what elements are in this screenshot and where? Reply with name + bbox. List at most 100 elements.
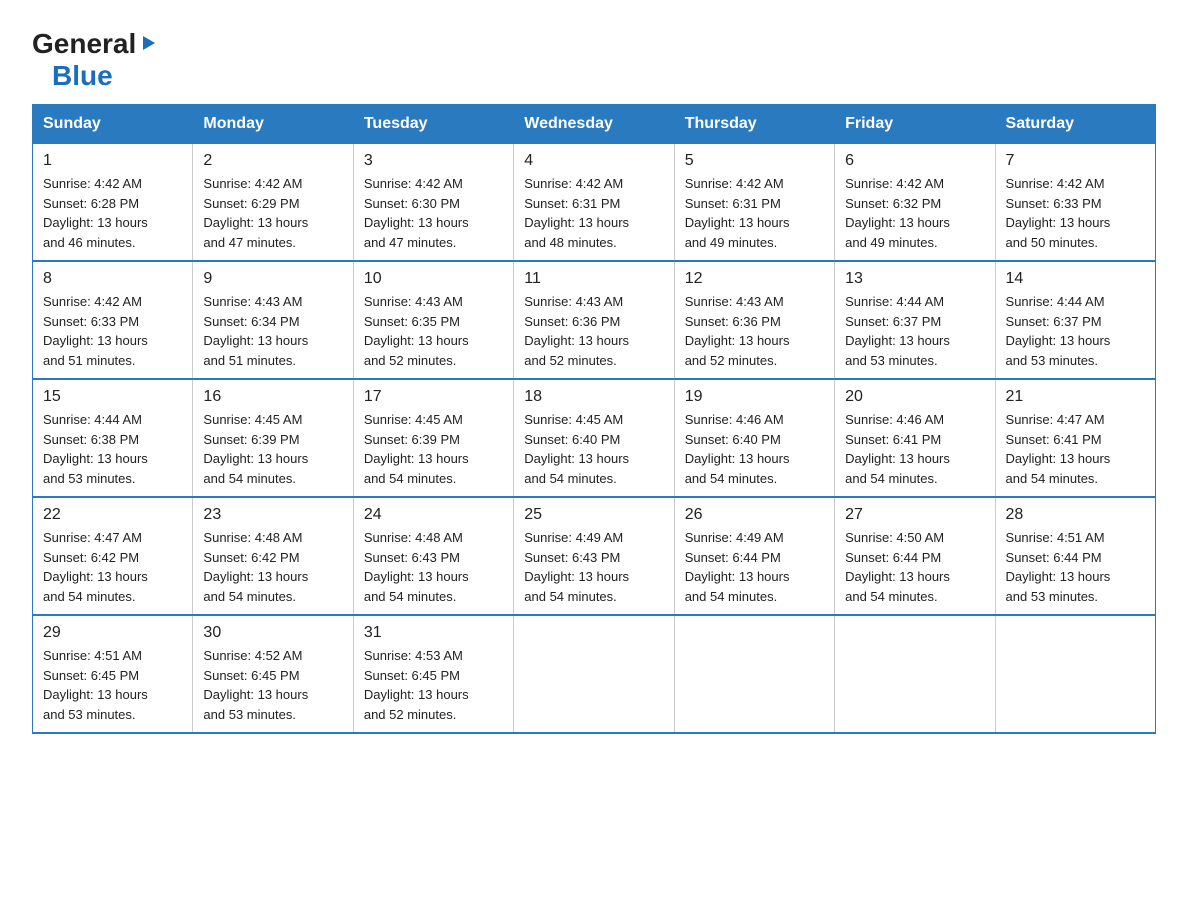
calendar-cell [514,615,674,733]
day-number: 30 [203,624,342,642]
day-number: 19 [685,388,824,406]
day-info: Sunrise: 4:46 AMSunset: 6:40 PMDaylight:… [685,410,824,488]
calendar-cell: 1 Sunrise: 4:42 AMSunset: 6:28 PMDaylight… [33,144,193,262]
day-number: 20 [845,388,984,406]
calendar-cell [835,615,995,733]
day-number: 14 [1006,270,1145,288]
day-info: Sunrise: 4:42 AMSunset: 6:33 PMDaylight:… [1006,174,1145,252]
day-number: 7 [1006,152,1145,170]
day-info: Sunrise: 4:42 AMSunset: 6:32 PMDaylight:… [845,174,984,252]
header-sunday: Sunday [33,105,193,144]
day-number: 6 [845,152,984,170]
day-info: Sunrise: 4:42 AMSunset: 6:33 PMDaylight:… [43,292,182,370]
day-number: 23 [203,506,342,524]
day-info: Sunrise: 4:53 AMSunset: 6:45 PMDaylight:… [364,646,503,724]
day-info: Sunrise: 4:46 AMSunset: 6:41 PMDaylight:… [845,410,984,488]
day-info: Sunrise: 4:52 AMSunset: 6:45 PMDaylight:… [203,646,342,724]
calendar-cell: 29 Sunrise: 4:51 AMSunset: 6:45 PMDayligh… [33,615,193,733]
day-number: 21 [1006,388,1145,406]
calendar-cell: 18 Sunrise: 4:45 AMSunset: 6:40 PMDayligh… [514,379,674,497]
calendar-cell: 20 Sunrise: 4:46 AMSunset: 6:41 PMDayligh… [835,379,995,497]
calendar-cell: 25 Sunrise: 4:49 AMSunset: 6:43 PMDayligh… [514,497,674,615]
day-number: 9 [203,270,342,288]
week-row-4: 22Sunrise: 4:47 AMSunset: 6:42 PMDayligh… [33,497,1156,615]
day-number: 3 [364,152,503,170]
calendar-cell: 2Sunrise: 4:42 AMSunset: 6:29 PMDaylight… [193,144,353,262]
day-number: 17 [364,388,503,406]
day-info: Sunrise: 4:50 AMSunset: 6:44 PMDaylight:… [845,528,984,606]
day-number: 13 [845,270,984,288]
header-thursday: Thursday [674,105,834,144]
calendar-cell: 16 Sunrise: 4:45 AMSunset: 6:39 PMDayligh… [193,379,353,497]
header-row: SundayMondayTuesdayWednesdayThursdayFrid… [33,105,1156,144]
day-info: Sunrise: 4:43 AMSunset: 6:35 PMDaylight:… [364,292,503,370]
page-header: General Blue [32,24,1156,92]
calendar-cell: 5 Sunrise: 4:42 AMSunset: 6:31 PMDaylight… [674,144,834,262]
week-row-2: 8 Sunrise: 4:42 AMSunset: 6:33 PMDaylight… [33,261,1156,379]
day-info: Sunrise: 4:45 AMSunset: 6:40 PMDaylight:… [524,410,663,488]
week-row-3: 15Sunrise: 4:44 AMSunset: 6:38 PMDayligh… [33,379,1156,497]
calendar-cell: 28 Sunrise: 4:51 AMSunset: 6:44 PMDayligh… [995,497,1155,615]
calendar-cell: 24Sunrise: 4:48 AMSunset: 6:43 PMDayligh… [353,497,513,615]
calendar-cell: 13Sunrise: 4:44 AMSunset: 6:37 PMDayligh… [835,261,995,379]
calendar-cell: 26 Sunrise: 4:49 AMSunset: 6:44 PMDayligh… [674,497,834,615]
week-row-1: 1 Sunrise: 4:42 AMSunset: 6:28 PMDaylight… [33,144,1156,262]
day-number: 18 [524,388,663,406]
calendar-cell [995,615,1155,733]
day-info: Sunrise: 4:44 AMSunset: 6:38 PMDaylight:… [43,410,182,488]
day-info: Sunrise: 4:47 AMSunset: 6:41 PMDaylight:… [1006,410,1145,488]
header-friday: Friday [835,105,995,144]
calendar-table: SundayMondayTuesdayWednesdayThursdayFrid… [32,104,1156,734]
day-info: Sunrise: 4:42 AMSunset: 6:31 PMDaylight:… [685,174,824,252]
day-number: 10 [364,270,503,288]
calendar-cell: 19 Sunrise: 4:46 AMSunset: 6:40 PMDayligh… [674,379,834,497]
day-number: 26 [685,506,824,524]
day-number: 5 [685,152,824,170]
day-info: Sunrise: 4:42 AMSunset: 6:28 PMDaylight:… [43,174,182,252]
day-number: 27 [845,506,984,524]
day-number: 28 [1006,506,1145,524]
day-number: 29 [43,624,182,642]
calendar-cell: 23 Sunrise: 4:48 AMSunset: 6:42 PMDayligh… [193,497,353,615]
day-number: 12 [685,270,824,288]
calendar-cell: 11 Sunrise: 4:43 AMSunset: 6:36 PMDayligh… [514,261,674,379]
calendar-cell: 3 Sunrise: 4:42 AMSunset: 6:30 PMDaylight… [353,144,513,262]
day-info: Sunrise: 4:43 AMSunset: 6:34 PMDaylight:… [203,292,342,370]
week-row-5: 29 Sunrise: 4:51 AMSunset: 6:45 PMDayligh… [33,615,1156,733]
calendar-cell: 10 Sunrise: 4:43 AMSunset: 6:35 PMDayligh… [353,261,513,379]
day-number: 16 [203,388,342,406]
day-info: Sunrise: 4:51 AMSunset: 6:44 PMDaylight:… [1006,528,1145,606]
day-info: Sunrise: 4:42 AMSunset: 6:30 PMDaylight:… [364,174,503,252]
day-info: Sunrise: 4:47 AMSunset: 6:42 PMDaylight:… [43,528,182,606]
header-wednesday: Wednesday [514,105,674,144]
logo-blue-text: Blue [52,60,113,91]
day-info: Sunrise: 4:45 AMSunset: 6:39 PMDaylight:… [203,410,342,488]
day-number: 8 [43,270,182,288]
day-info: Sunrise: 4:51 AMSunset: 6:45 PMDaylight:… [43,646,182,724]
calendar-cell: 27 Sunrise: 4:50 AMSunset: 6:44 PMDayligh… [835,497,995,615]
day-number: 2 [203,152,342,170]
day-number: 25 [524,506,663,524]
logo-triangle [139,34,157,57]
calendar-cell: 9 Sunrise: 4:43 AMSunset: 6:34 PMDaylight… [193,261,353,379]
calendar-cell: 15Sunrise: 4:44 AMSunset: 6:38 PMDayligh… [33,379,193,497]
day-info: Sunrise: 4:43 AMSunset: 6:36 PMDaylight:… [524,292,663,370]
day-info: Sunrise: 4:44 AMSunset: 6:37 PMDaylight:… [1006,292,1145,370]
day-info: Sunrise: 4:48 AMSunset: 6:42 PMDaylight:… [203,528,342,606]
day-number: 1 [43,152,182,170]
day-info: Sunrise: 4:49 AMSunset: 6:44 PMDaylight:… [685,528,824,606]
day-number: 24 [364,506,503,524]
day-info: Sunrise: 4:49 AMSunset: 6:43 PMDaylight:… [524,528,663,606]
logo-general-text: General [32,28,136,60]
calendar-cell: 14 Sunrise: 4:44 AMSunset: 6:37 PMDayligh… [995,261,1155,379]
header-monday: Monday [193,105,353,144]
day-info: Sunrise: 4:45 AMSunset: 6:39 PMDaylight:… [364,410,503,488]
calendar-cell: 21 Sunrise: 4:47 AMSunset: 6:41 PMDayligh… [995,379,1155,497]
header-saturday: Saturday [995,105,1155,144]
calendar-cell [674,615,834,733]
calendar-cell: 4Sunrise: 4:42 AMSunset: 6:31 PMDaylight… [514,144,674,262]
calendar-cell: 12Sunrise: 4:43 AMSunset: 6:36 PMDayligh… [674,261,834,379]
day-number: 11 [524,270,663,288]
calendar-cell: 30 Sunrise: 4:52 AMSunset: 6:45 PMDayligh… [193,615,353,733]
day-number: 31 [364,624,503,642]
